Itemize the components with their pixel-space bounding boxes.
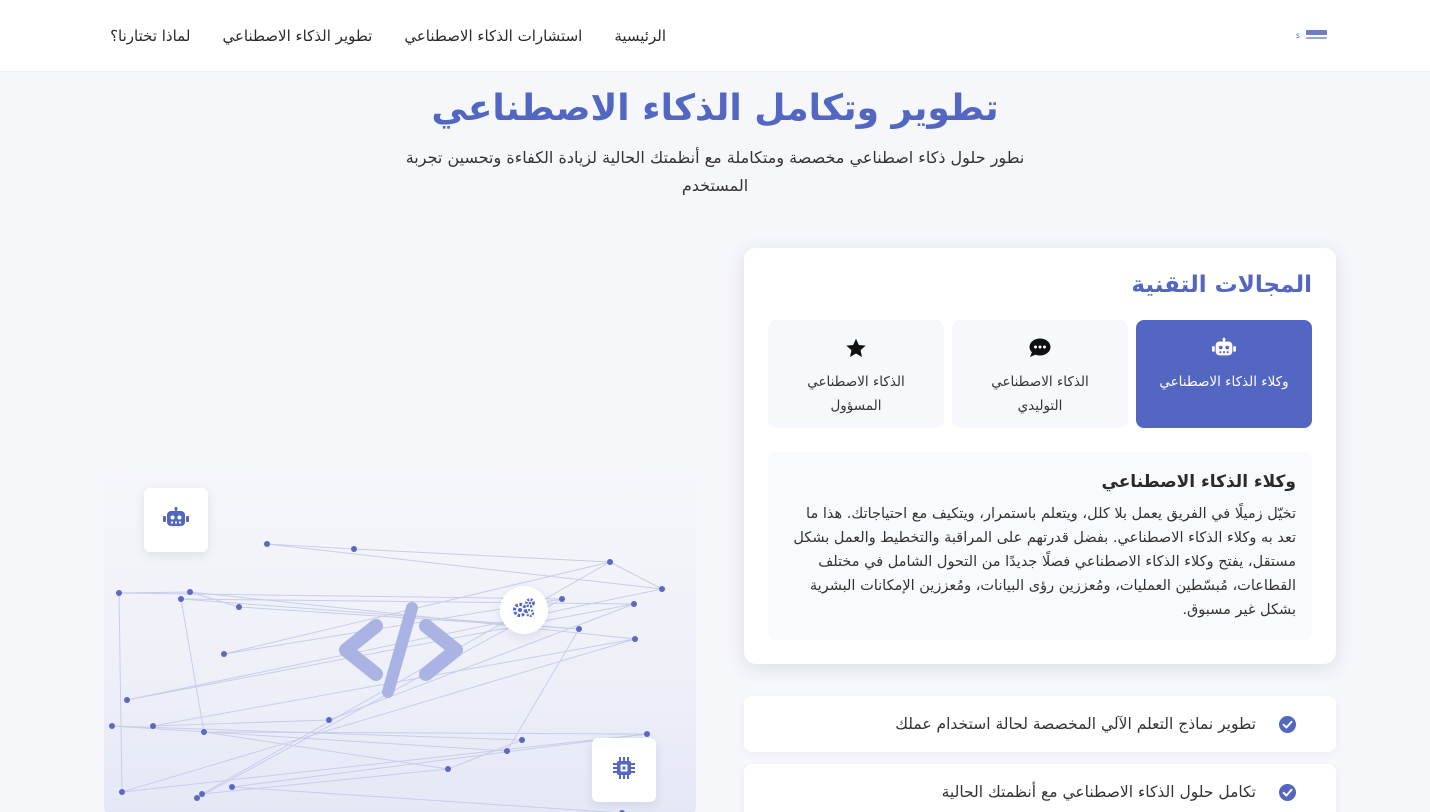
network-node xyxy=(236,604,242,610)
network-node xyxy=(187,589,193,595)
network-link xyxy=(266,543,355,550)
feature-item: تطوير نماذج التعلم الآلي المخصصة لحالة ا… xyxy=(744,696,1336,752)
network-node xyxy=(445,766,451,772)
page-title: تطوير وتكامل الذكاء الاصطناعي xyxy=(431,88,999,129)
network-node xyxy=(229,784,235,790)
tab-label: الذكاء الاصطناعي المسؤول xyxy=(807,374,905,414)
network-link xyxy=(121,638,636,793)
network-node xyxy=(326,717,332,723)
tab-detail-panel: وكلاء الذكاء الاصطناعي تخيّل زميلًا في ا… xyxy=(768,452,1312,640)
network-node xyxy=(632,636,638,642)
nav-link-why-us[interactable]: لماذا تختارنا؟ xyxy=(110,27,190,45)
network-node xyxy=(178,596,184,602)
ai-network-illustration xyxy=(104,458,696,812)
tab-responsible-ai[interactable]: الذكاء الاصطناعي المسؤول xyxy=(768,320,944,428)
feature-text: تطوير نماذج التعلم الآلي المخصصة لحالة ا… xyxy=(895,715,1256,733)
gears-icon xyxy=(512,598,536,622)
microchip-icon xyxy=(613,757,635,783)
network-link xyxy=(126,603,635,701)
tab-label: الذكاء الاصطناعي التوليدي xyxy=(991,374,1089,414)
network-link xyxy=(118,592,123,793)
network-node xyxy=(150,723,156,729)
network-link xyxy=(111,725,508,752)
feature-text: تكامل حلول الذكاء الاصطناعي مع أنظمتك ال… xyxy=(941,783,1256,801)
brand-logo-mark: T s xyxy=(1294,30,1327,41)
top-navbar: T s الرئيسية استشارات الذكاء الاصطناعي ت… xyxy=(0,0,1430,72)
nav-link-ai-consulting[interactable]: استشارات الذكاء الاصطناعي xyxy=(404,27,582,45)
network-link xyxy=(180,598,205,733)
network-node xyxy=(199,791,205,797)
network-link xyxy=(353,548,611,563)
svg-text:T: T xyxy=(1294,31,1295,41)
comment-icon xyxy=(1028,336,1052,360)
brand-logo[interactable]: T s xyxy=(1294,26,1328,44)
network-node xyxy=(631,601,637,607)
tech-tabs: وكلاء الذكاء الاصطناعي الذكاء الاصطناعي … xyxy=(768,320,1312,428)
detail-title: وكلاء الذكاء الاصطناعي xyxy=(1101,472,1297,492)
network-node xyxy=(264,541,270,547)
network-link xyxy=(121,733,648,793)
nav-link-ai-development[interactable]: تطوير الذكاء الاصطناعي xyxy=(222,27,372,45)
page-subtitle: نطور حلول ذكاء اصطناعي مخصصة ومتكاملة مع… xyxy=(405,148,1025,195)
robot-icon xyxy=(1212,336,1236,360)
network-node xyxy=(194,795,200,801)
network-node xyxy=(504,748,510,754)
network-node xyxy=(659,586,665,592)
network-node xyxy=(351,546,357,552)
star-icon xyxy=(844,336,868,360)
network-link xyxy=(203,731,449,770)
network-node xyxy=(519,737,525,743)
svg-text:s: s xyxy=(1296,31,1300,40)
network-link xyxy=(609,561,663,590)
gears-icon-card xyxy=(500,586,548,634)
network-node xyxy=(116,590,122,596)
tab-generative-ai[interactable]: الذكاء الاصطناعي التوليدي xyxy=(952,320,1128,428)
robot-icon xyxy=(163,506,189,533)
tech-areas-card: المجالات التقنية وكلاء الذكاء الاصطناعي xyxy=(744,248,1336,664)
network-node xyxy=(221,651,227,657)
microchip-icon-card xyxy=(592,738,656,802)
network-node xyxy=(607,559,613,565)
nav-link-home[interactable]: الرئيسية xyxy=(614,27,666,45)
network-link xyxy=(118,592,563,600)
tab-ai-agents[interactable]: وكلاء الذكاء الاصطناعي xyxy=(1136,320,1312,428)
network-link xyxy=(203,731,648,735)
main-nav: الرئيسية استشارات الذكاء الاصطناعي تطوير… xyxy=(110,0,666,72)
network-link xyxy=(506,628,580,752)
network-node xyxy=(124,697,130,703)
network-node xyxy=(201,729,207,735)
network-node xyxy=(119,789,125,795)
tech-areas-title: المجالات التقنية xyxy=(1131,272,1312,298)
network-node xyxy=(559,596,565,602)
detail-text: تخيّل زميلًا في الفريق يعمل بلا كلل، ويت… xyxy=(793,506,1296,618)
tab-label: وكلاء الذكاء الاصطناعي xyxy=(1159,374,1289,390)
network-link xyxy=(180,598,635,605)
check-circle-icon xyxy=(1279,784,1296,801)
network-node xyxy=(644,731,650,737)
feature-item: تكامل حلول الذكاء الاصطناعي مع أنظمتك ال… xyxy=(744,764,1336,812)
network-node xyxy=(109,723,115,729)
network-node xyxy=(576,626,582,632)
robot-icon-card xyxy=(144,488,208,552)
check-circle-icon xyxy=(1279,716,1296,733)
network-link xyxy=(231,786,615,812)
